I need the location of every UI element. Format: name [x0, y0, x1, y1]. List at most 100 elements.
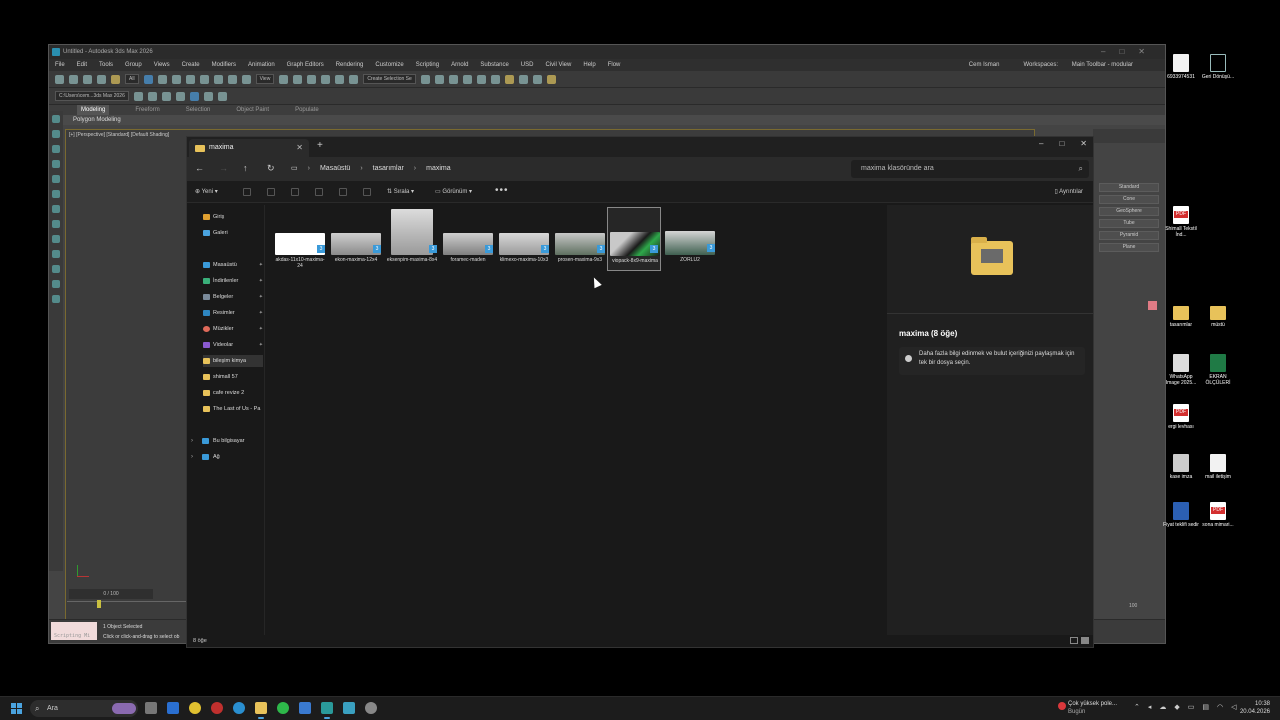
file-item[interactable]: 3 eksenpim-maxima-8x4	[385, 207, 439, 271]
save-icon[interactable]	[161, 91, 171, 101]
chevron-up-icon[interactable]: ⌃	[1134, 703, 1140, 711]
snap-toggle-icon[interactable]	[189, 91, 199, 101]
back-icon[interactable]: ←	[195, 163, 204, 173]
settings-icon[interactable]	[175, 91, 185, 101]
nav-home[interactable]: Giriş	[203, 211, 263, 223]
network-icon[interactable]: ▭	[1188, 703, 1195, 711]
move-icon[interactable]	[199, 74, 209, 84]
menu-animation[interactable]: Animation	[248, 59, 275, 71]
hierarchy-icon[interactable]	[52, 145, 60, 153]
percent-snap-icon[interactable]	[335, 74, 345, 84]
paint-icon[interactable]	[52, 280, 60, 288]
layer-icon[interactable]	[448, 74, 458, 84]
mail-icon[interactable]	[167, 702, 179, 714]
schematic-icon[interactable]	[490, 74, 500, 84]
desktop-icon-file[interactable]: mail iletişim	[1200, 454, 1236, 480]
file-explorer-icon[interactable]	[255, 702, 267, 719]
redo-icon[interactable]	[69, 74, 78, 84]
unlink-icon[interactable]	[97, 74, 106, 84]
render-icon[interactable]	[546, 74, 556, 84]
menu-edit[interactable]: Edit	[77, 59, 87, 71]
select-by-name-icon[interactable]	[157, 74, 167, 84]
nav-gallery[interactable]: Galeri	[203, 227, 263, 239]
ribbon-panel-polygon-modeling[interactable]: Polygon Modeling	[49, 115, 1165, 125]
nav-music[interactable]: Müzikler ✦	[203, 323, 263, 335]
grid-icon[interactable]	[52, 295, 60, 303]
motion-icon[interactable]	[52, 160, 60, 168]
menu-rendering[interactable]: Rendering	[336, 59, 364, 71]
cloud-icon[interactable]: ☁	[1159, 703, 1166, 711]
volume-icon[interactable]: ◁	[1231, 703, 1236, 711]
bluetooth-icon[interactable]: ◂	[1148, 703, 1152, 711]
breadcrumb-tasarimlar[interactable]: tasarımlar	[373, 160, 404, 178]
cmd-plane-button[interactable]: Plane	[1099, 243, 1159, 252]
breadcrumb-desktop[interactable]: Masaüstü	[320, 160, 350, 178]
menu-civil-view[interactable]: Civil View	[545, 59, 571, 71]
menu-create[interactable]: Create	[182, 59, 200, 71]
menu-substance[interactable]: Substance	[480, 59, 508, 71]
sort-button[interactable]: ⇅ Sırala ▾	[387, 188, 414, 195]
rect-select-icon[interactable]	[171, 74, 181, 84]
file-list[interactable]: 3 akdas-11x10-maxima-24 3 ekon-maxima-12…	[265, 205, 887, 637]
forward-icon[interactable]: →	[219, 163, 228, 173]
file-item-selected[interactable]: 3 viopack-8x9-maxima	[607, 207, 661, 271]
scene-explorer-icon[interactable]	[462, 74, 472, 84]
details-view-icon[interactable]	[1070, 637, 1078, 644]
nav-folder-cafe-revize-2[interactable]: cafe revize 2	[203, 387, 263, 399]
snap-icon[interactable]	[307, 74, 317, 84]
desktop-icon-pdf[interactable]: ergi levhası	[1163, 404, 1199, 430]
maximize-icon[interactable]: □	[1059, 139, 1064, 148]
link-icon[interactable]	[83, 74, 92, 84]
time-slider[interactable]: 0 / 100	[69, 589, 153, 599]
chrome-icon[interactable]	[189, 702, 201, 714]
menu-arnold[interactable]: Arnold	[451, 59, 468, 71]
file-item[interactable]: 3 foramec-maden	[441, 207, 495, 271]
ribbon-tab-modeling[interactable]: Modeling	[77, 105, 110, 115]
nav-desktop[interactable]: Masaüstü ✦	[203, 259, 263, 271]
ref-coord-select[interactable]: View	[255, 74, 275, 84]
wifi-icon[interactable]: ◠	[1217, 703, 1223, 711]
up-icon[interactable]: ↑	[243, 163, 248, 173]
taskbar-search[interactable]: ⌕ Ara	[30, 700, 138, 717]
curve-editor-icon[interactable]	[476, 74, 486, 84]
edge-icon[interactable]	[233, 702, 245, 714]
ribbon-tab-freeform[interactable]: Freeform	[135, 105, 159, 115]
cmd-tube-button[interactable]: Tube	[1099, 219, 1159, 228]
menu-file[interactable]: File	[55, 59, 65, 71]
project-folder-icon[interactable]	[133, 91, 143, 101]
named-selection-set[interactable]: Create Selection Se	[363, 74, 416, 84]
material-editor-icon[interactable]	[504, 74, 514, 84]
rename-icon[interactable]	[315, 188, 323, 196]
spinner-snap-icon[interactable]	[349, 74, 359, 84]
steam-icon[interactable]	[299, 702, 311, 714]
refresh-icon[interactable]: ↻	[267, 163, 275, 174]
file-item[interactable]: 3 ekon-maxima-12x4	[329, 207, 383, 271]
desktop-icon-excel[interactable]: EKRAN ÖLÇÜLERİ	[1200, 354, 1236, 386]
select-manipulate-icon[interactable]	[293, 74, 303, 84]
menu-tools[interactable]: Tools	[99, 59, 113, 71]
desktop-icon-folder[interactable]: müstü	[1200, 304, 1236, 328]
desktop-icon-pdf[interactable]: Shimall Tekstil İnd...	[1163, 206, 1199, 238]
modify-icon[interactable]	[52, 130, 60, 138]
start-button[interactable]	[11, 703, 22, 714]
object-color-swatch[interactable]	[1148, 301, 1157, 310]
mirror-icon[interactable]	[420, 74, 430, 84]
align-icon[interactable]	[434, 74, 444, 84]
opera-icon[interactable]	[211, 702, 223, 714]
isolate-icon[interactable]	[203, 91, 213, 101]
place-icon[interactable]	[241, 74, 251, 84]
project-path[interactable]: C:\Users\cem...3ds Max 2026	[55, 91, 129, 101]
angle-snap-icon[interactable]	[321, 74, 331, 84]
open-icon[interactable]	[147, 91, 157, 101]
notification-widget[interactable]: Çok yüksek pole... Bugün	[1058, 700, 1117, 716]
cmd-pyramid-button[interactable]: Pyramid	[1099, 231, 1159, 240]
spotify-icon[interactable]	[277, 702, 289, 714]
nav-documents[interactable]: Belgeler ✦	[203, 291, 263, 303]
desktop-icon-file[interactable]: 6933974531	[1163, 54, 1199, 80]
nav-pictures[interactable]: Resimler ✦	[203, 307, 263, 319]
more-options-icon[interactable]: •••	[495, 185, 509, 196]
menu-group[interactable]: Group	[125, 59, 142, 71]
select-object-icon[interactable]	[143, 74, 153, 84]
clock[interactable]: 10:38 20.04.2026	[1240, 700, 1270, 716]
track-bar[interactable]	[67, 600, 187, 611]
